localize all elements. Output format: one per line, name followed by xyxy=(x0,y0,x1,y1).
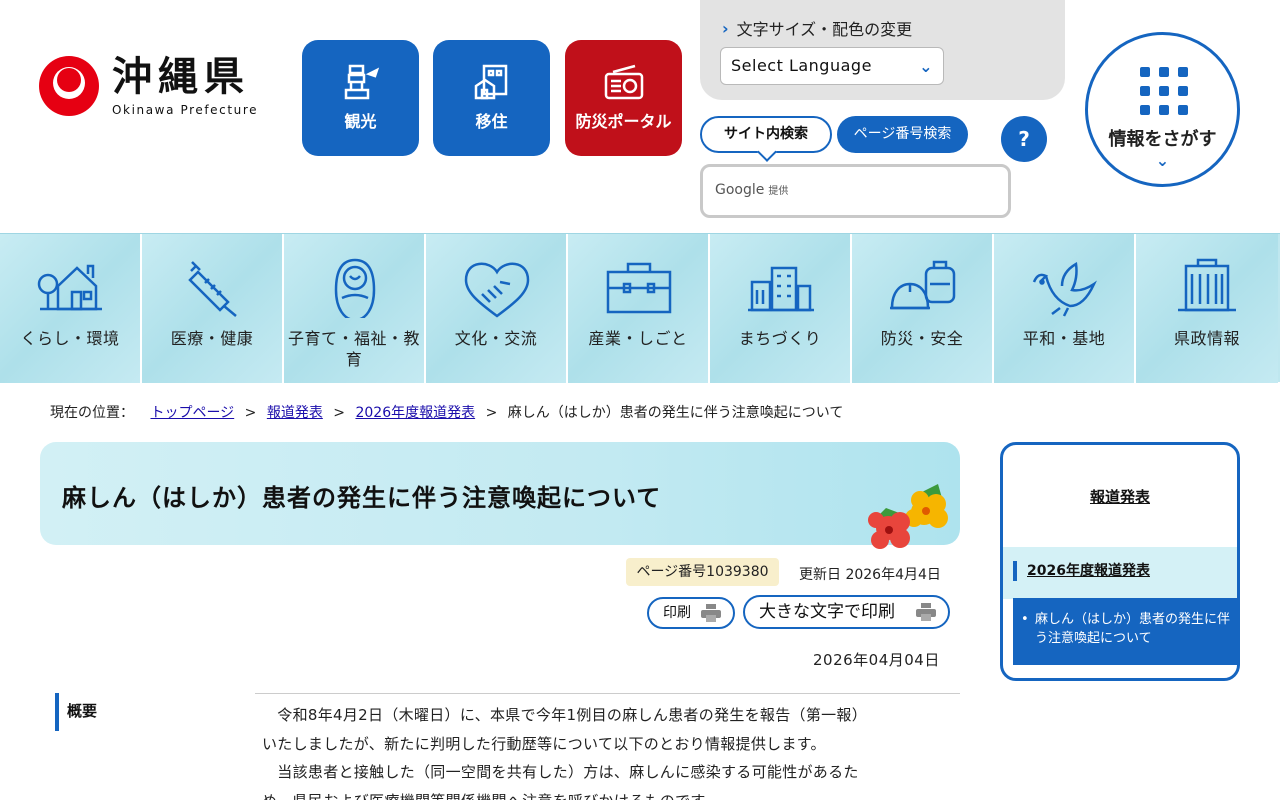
breadcrumb-separator: > xyxy=(244,405,257,421)
grid-icon xyxy=(1140,67,1188,115)
baby-icon xyxy=(334,258,376,318)
find-info-button[interactable]: 情報をさがす ⌄ xyxy=(1085,32,1240,187)
summary-line: いたしましたが、新たに判明した行動歴等について以下のとおり情報提供します。 xyxy=(262,734,826,753)
chevron-right-icon: › xyxy=(722,18,729,38)
google-branding: Google 提供 xyxy=(715,182,788,198)
tourism-label: 観光 xyxy=(344,112,377,131)
gnav-label: 文化・交流 xyxy=(454,329,538,348)
breadcrumb: 現在の位置： トップページ > 報道発表 > 2026年度報道発表 > 麻しん（… xyxy=(50,402,843,422)
gnav-label: くらし・環境 xyxy=(20,329,120,348)
chevron-down-icon: ⌄ xyxy=(1155,151,1170,170)
sidebar-subheading-label: 2026年度報道発表 xyxy=(1013,561,1150,581)
gnav-item-disaster-safety[interactable]: 防災・安全 xyxy=(852,234,994,383)
gnav-item-living[interactable]: くらし・環境 xyxy=(0,234,142,383)
printer-icon xyxy=(916,603,936,621)
hibiscus-icon xyxy=(868,484,948,549)
gnav-label: 県政情報 xyxy=(1173,329,1240,348)
relocation-label: 移住 xyxy=(475,112,508,131)
logo-name: 沖縄県 xyxy=(112,54,250,100)
sidebar-item-current[interactable]: 麻しん（はしか）患者の発生に伴う注意喚起について xyxy=(1013,598,1237,665)
tab-site-search[interactable]: サイト内検索 xyxy=(700,116,832,153)
search-input[interactable]: Google 提供 xyxy=(700,164,1011,218)
breadcrumb-lead: 現在の位置： xyxy=(50,405,134,421)
chevron-down-icon: ⌄ xyxy=(919,57,933,76)
gnav-item-industry-work[interactable]: 産業・しごと xyxy=(568,234,710,383)
gnav-item-culture-exchange[interactable]: 文化・交流 xyxy=(426,234,568,383)
radio-icon xyxy=(604,64,643,100)
gnav-item-town-planning[interactable]: まちづくり xyxy=(710,234,852,383)
help-button[interactable]: ? xyxy=(1001,116,1047,162)
buildings-icon xyxy=(748,266,814,312)
sidebar-nav: 報道発表 2026年度報道発表 麻しん（はしか）患者の発生に伴う注意喚起について xyxy=(1000,442,1240,681)
gnav-label: まちづくり xyxy=(738,329,822,348)
summary-line: 当該患者と接触した（同一空間を共有した）方は、麻しんに感染する可能性があるた xyxy=(262,763,859,781)
breadcrumb-link-press-2026[interactable]: 2026年度報道発表 xyxy=(355,405,475,421)
breadcrumb-current: 麻しん（はしか）患者の発生に伴う注意喚起について xyxy=(507,405,844,421)
gnav-item-peace-bases[interactable]: 平和・基地 xyxy=(994,234,1136,383)
breadcrumb-link-press[interactable]: 報道発表 xyxy=(267,405,323,421)
print-large-button[interactable]: 大きな文字で印刷 xyxy=(743,595,950,629)
summary-body: 令和8年4月2日（木曜日）に、本県で今年1例目の麻しん患者の発生を報告（第一報）… xyxy=(262,701,952,800)
print-large-label: 大きな文字で印刷 xyxy=(759,602,895,622)
page-title: 麻しん（はしか）患者の発生に伴う注意喚起について xyxy=(62,484,662,512)
page-number-badge: ページ番号1039380 xyxy=(626,558,779,586)
gnav-item-prefectural-administration[interactable]: 県政情報 xyxy=(1136,234,1278,383)
relocation-button[interactable]: 移住 xyxy=(433,40,550,156)
breadcrumb-separator: > xyxy=(333,405,346,421)
gnav-item-medical[interactable]: 医療・健康 xyxy=(142,234,284,383)
summary-divider xyxy=(255,693,960,694)
site-logo[interactable]: 沖縄県 Okinawa Prefecture xyxy=(38,55,258,117)
gnav-label: 防災・安全 xyxy=(880,329,964,348)
utility-panel: › 文字サイズ・配色の変更 Select Language ⌄ xyxy=(700,0,1065,100)
breadcrumb-link-top[interactable]: トップページ xyxy=(150,405,234,421)
print-button[interactable]: 印刷 xyxy=(647,597,735,629)
tab-page-number-search[interactable]: ページ番号検索 xyxy=(837,116,968,153)
summary-heading: 概要 xyxy=(55,693,97,731)
title-band: 麻しん（はしか）患者の発生に伴う注意喚起について xyxy=(40,442,960,549)
briefcase-icon xyxy=(606,262,672,314)
print-label: 印刷 xyxy=(663,605,691,621)
font-color-label: 文字サイズ・配色の変更 xyxy=(736,20,913,39)
summary-line: 令和8年4月2日（木曜日）に、本県で今年1例目の麻しん患者の発生を報告（第一報） xyxy=(262,706,868,724)
gnav-label: 平和・基地 xyxy=(1022,329,1106,348)
sidebar-item-press-2026[interactable]: 2026年度報道発表 xyxy=(1003,547,1237,599)
house-icon xyxy=(474,64,507,100)
font-color-link[interactable]: › 文字サイズ・配色の変更 xyxy=(722,16,912,40)
gnav-item-childcare-welfare-education[interactable]: 子育て・福祉・教育 xyxy=(284,234,426,383)
heart-handshake-icon xyxy=(464,262,530,318)
printer-icon xyxy=(701,604,721,622)
google-label: Google xyxy=(715,182,765,198)
language-select-value: Select Language xyxy=(731,56,872,75)
summary-line: め、県民および医療機関等関係機関へ注意を呼びかけるものです。 xyxy=(262,787,952,800)
house-tree-icon xyxy=(37,264,102,311)
find-info-label: 情報をさがす xyxy=(1108,129,1217,150)
helmet-bag-icon xyxy=(890,260,956,310)
tower-icon xyxy=(344,64,379,100)
syringe-icon xyxy=(188,261,237,317)
prefecture-emblem-icon xyxy=(38,55,100,117)
gnav-label: 産業・しごと xyxy=(588,329,688,348)
gnav-label: 子育て・福祉・教育 xyxy=(288,329,421,369)
tourism-button[interactable]: 観光 xyxy=(302,40,419,156)
disaster-portal-button[interactable]: 防災ポータル xyxy=(565,40,682,156)
logo-english: Okinawa Prefecture xyxy=(112,103,259,117)
updated-date: 更新日 2026年4月4日 xyxy=(799,567,941,583)
global-nav: くらし・環境 医療・健康 子育て・福祉・教育 文化・交流 産業・しごと まちづく… xyxy=(0,233,1280,383)
dove-icon xyxy=(1032,262,1097,317)
article-date: 2026年04月04日 xyxy=(813,651,940,669)
disaster-portal-label: 防災ポータル xyxy=(575,112,672,131)
breadcrumb-separator: > xyxy=(485,405,498,421)
language-select[interactable]: Select Language ⌄ xyxy=(720,47,944,85)
gnav-label: 医療・健康 xyxy=(170,329,254,348)
sidebar-heading-label: 報道発表 xyxy=(1089,488,1150,506)
sidebar-heading[interactable]: 報道発表 xyxy=(1003,445,1237,547)
office-building-icon xyxy=(1178,258,1236,312)
google-suffix: 提供 xyxy=(768,186,789,197)
